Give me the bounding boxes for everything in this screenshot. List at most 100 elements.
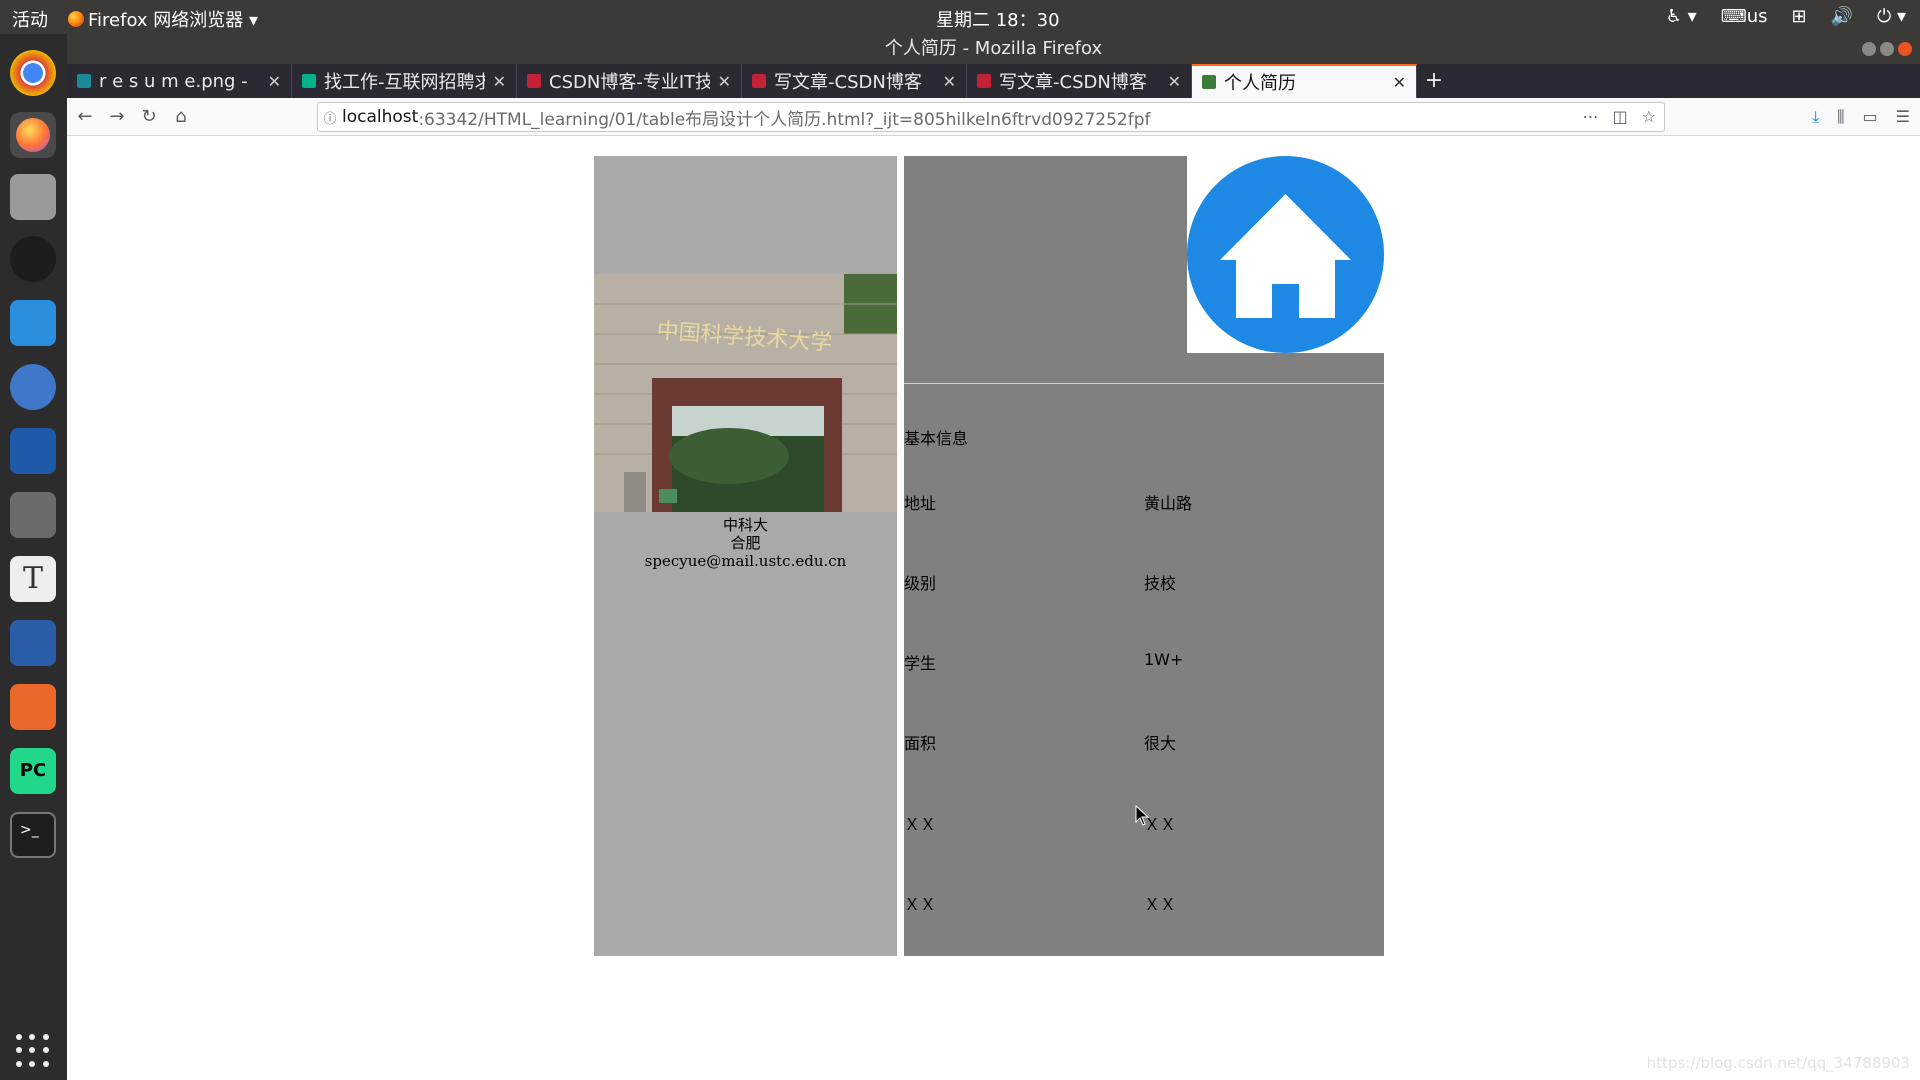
- home-icon: [1187, 156, 1384, 353]
- tab-favicon: [752, 74, 766, 88]
- close-tab-icon[interactable]: ✕: [268, 72, 281, 91]
- header-divider: [904, 383, 1384, 384]
- info-label: ＸＸ: [904, 815, 937, 834]
- accessibility-icon[interactable]: ♿ ▾: [1666, 6, 1697, 27]
- close-window-button[interactable]: [1898, 42, 1912, 56]
- chrome-icon[interactable]: [10, 50, 56, 96]
- activities-button[interactable]: 活动: [12, 6, 48, 32]
- tab-write-article-2[interactable]: 写文章-CSDN博客 ✕: [967, 64, 1192, 98]
- writer-icon[interactable]: [10, 620, 56, 666]
- email-address: specyue@mail.ustc.edu.cn: [644, 552, 847, 570]
- reload-button[interactable]: ↻: [135, 103, 163, 131]
- firefox-dock-icon: [16, 118, 50, 152]
- files-icon[interactable]: [10, 492, 56, 538]
- new-tab-button[interactable]: +: [1417, 64, 1451, 98]
- tab-favicon: [527, 74, 541, 88]
- maximize-button[interactable]: [1880, 42, 1894, 56]
- terminal-icon[interactable]: >_: [10, 812, 56, 858]
- section-title: 基本信息: [904, 429, 969, 448]
- tab-label: 个人简历: [1224, 73, 1296, 94]
- firefox-dock-slot[interactable]: [10, 112, 56, 158]
- info-value: 1W+: [1144, 650, 1184, 669]
- baidu-netdisk-icon[interactable]: [10, 300, 56, 346]
- minimize-button[interactable]: [1862, 42, 1876, 56]
- close-tab-icon[interactable]: ✕: [1168, 72, 1181, 91]
- firefox-icon: [68, 11, 84, 27]
- power-icon[interactable]: ⏻ ▾: [1877, 6, 1906, 27]
- tab-label: 写文章-CSDN博客: [999, 72, 1147, 93]
- close-tab-icon[interactable]: ✕: [943, 72, 956, 91]
- info-label: 级别: [904, 574, 937, 593]
- clock[interactable]: 星期二 18：30: [936, 6, 1060, 32]
- window-title: 个人简历 - Mozilla Firefox: [884, 38, 1103, 59]
- home-button[interactable]: ⌂: [167, 103, 195, 131]
- menu-icon[interactable]: ☰: [1896, 107, 1910, 127]
- library-icon[interactable]: ⫼: [1837, 107, 1844, 127]
- tab-favicon: [1202, 75, 1216, 89]
- city-name: 合肥: [730, 534, 761, 552]
- vscode-icon[interactable]: [10, 428, 56, 474]
- volume-icon[interactable]: 🔊: [1831, 6, 1853, 27]
- university-gate-photo: 中国科学技术大学: [594, 274, 897, 512]
- toolbar-right: ⤓ ⫼ ▭ ☰: [1812, 107, 1910, 127]
- url-host: localhost: [342, 107, 419, 127]
- bookmark-star-icon[interactable]: ☆: [1642, 107, 1656, 126]
- close-tab-icon[interactable]: ✕: [1393, 73, 1406, 92]
- info-value: 很大: [1144, 734, 1177, 753]
- home-logo: [1187, 156, 1384, 353]
- contact-block: 中科大 合肥 specyue@mail.ustc.edu.cn: [594, 516, 897, 570]
- mouse-cursor-icon: [1135, 805, 1150, 826]
- info-value: ＸＸ: [1144, 895, 1177, 914]
- info-label: 地址: [904, 494, 937, 513]
- app-menu[interactable]: Firefox 网络浏览器 ▾: [68, 6, 258, 32]
- university-gate-image: 中国科学技术大学: [594, 274, 897, 512]
- qq-icon[interactable]: [10, 236, 56, 282]
- network-icon[interactable]: ⊞: [1791, 6, 1806, 27]
- camera-icon[interactable]: [10, 174, 56, 220]
- navigation-bar: ← → ↻ ⌂ ⓘ localhost:63342/HTML_learning/…: [67, 98, 1920, 136]
- info-value: 黄山路: [1144, 494, 1193, 513]
- info-label: 学生: [904, 654, 937, 673]
- downloads-icon[interactable]: ⤓: [1812, 107, 1819, 127]
- system-top-bar: 活动 Firefox 网络浏览器 ▾ 星期二 18：30 ♿ ▾ ⌨us ⊞ 🔊…: [0, 0, 1920, 34]
- software-center-icon[interactable]: [10, 684, 56, 730]
- forward-button[interactable]: →: [103, 103, 131, 131]
- tab-label: r e s u m e.png -: [99, 70, 248, 92]
- tab-csdn-blog[interactable]: CSDN博客-专业IT技 ✕: [517, 64, 742, 98]
- close-tab-icon[interactable]: ✕: [718, 72, 731, 91]
- page-actions-icon[interactable]: ⋯: [1583, 107, 1599, 126]
- text-editor-icon[interactable]: T: [10, 556, 56, 602]
- tab-label: 找工作-互联网招聘求: [324, 72, 485, 93]
- sidebar-icon[interactable]: ▭: [1863, 107, 1878, 127]
- thunderbird-icon[interactable]: [10, 364, 56, 410]
- resume-right-column: 基本信息 地址 黄山路 级别 技校 学生 1W+ 面积 很大 ＸＸ ＸＸ ＸＸ …: [904, 156, 1384, 956]
- site-info-icon[interactable]: ⓘ: [318, 108, 342, 127]
- tab-label: CSDN博客-专业IT技: [549, 72, 710, 93]
- tab-write-article-1[interactable]: 写文章-CSDN博客 ✕: [742, 64, 967, 98]
- tab-label: 写文章-CSDN博客: [774, 72, 922, 93]
- tab-favicon: [77, 74, 91, 88]
- info-value: 技校: [1144, 574, 1177, 593]
- window-controls: [1862, 42, 1912, 56]
- show-apps-icon[interactable]: [16, 1034, 50, 1068]
- url-actions: ⋯ ◫ ☆: [1583, 107, 1656, 126]
- tab-resume-png[interactable]: r e s u m e.png - ✕: [67, 64, 292, 98]
- url-path: :63342/HTML_learning/01/table布局设计个人简历.ht…: [418, 109, 1151, 130]
- info-label: ＸＸ: [904, 895, 937, 914]
- tab-favicon: [977, 74, 991, 88]
- tab-personal-resume[interactable]: 个人简历 ✕: [1192, 64, 1417, 98]
- pocket-icon[interactable]: ◫: [1613, 107, 1628, 126]
- app-menu-label: Firefox 网络浏览器 ▾: [88, 10, 259, 31]
- url-bar[interactable]: ⓘ localhost:63342/HTML_learning/01/table…: [317, 102, 1665, 132]
- system-tray: ♿ ▾ ⌨us ⊞ 🔊 ⏻ ▾: [1666, 6, 1906, 27]
- pycharm-icon[interactable]: PC: [10, 748, 56, 794]
- keyboard-indicator[interactable]: ⌨us: [1721, 6, 1768, 27]
- resume-left-column: 中国科学技术大学 中科大 合肥 specyue@mail.ustc.edu.cn: [594, 156, 897, 956]
- tab-favicon: [302, 74, 316, 88]
- tab-strip: r e s u m e.png - ✕ 找工作-互联网招聘求 ✕ CSDN博客-…: [67, 64, 1920, 98]
- close-tab-icon[interactable]: ✕: [493, 72, 506, 91]
- tab-job-search[interactable]: 找工作-互联网招聘求 ✕: [292, 64, 517, 98]
- launcher-dock: T PC >_: [0, 34, 67, 1080]
- back-button[interactable]: ←: [71, 103, 99, 131]
- window-titlebar: 个人简历 - Mozilla Firefox: [67, 34, 1920, 64]
